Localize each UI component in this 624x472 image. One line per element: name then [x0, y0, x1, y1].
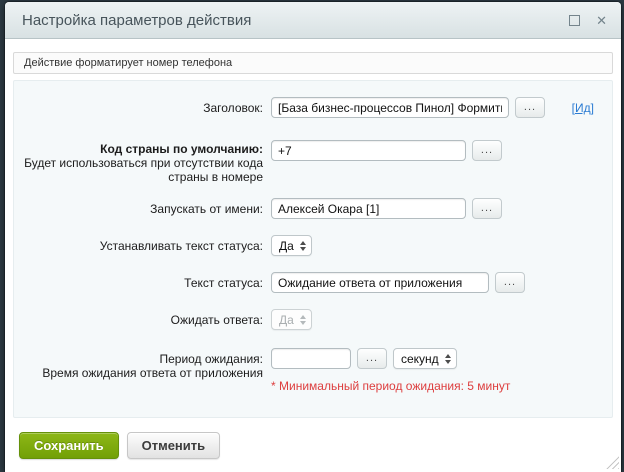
- desktop-background: { "dialog": { "title": "Настройка параме…: [0, 0, 624, 472]
- select-arrows-icon: [300, 241, 306, 251]
- wait-period-input[interactable]: [271, 348, 351, 369]
- cancel-button[interactable]: Отменить: [127, 432, 221, 459]
- close-icon[interactable]: ✕: [596, 14, 607, 27]
- country-code-label-hint: Будет использоваться при отсутствии кода…: [20, 156, 263, 184]
- form-row-wait-response: Ожидать ответа: Да: [20, 309, 612, 330]
- set-status-text-label: Устанавливать текст статуса:: [20, 235, 263, 253]
- wait-period-unit-select[interactable]: секунд: [393, 348, 457, 369]
- dialog-title: Настройка параметров действия: [22, 12, 569, 29]
- form-row-run-as: Запускать от имени: ...: [20, 198, 612, 219]
- dialog-titlebar[interactable]: Настройка параметров действия ✕: [5, 2, 621, 39]
- maximize-icon[interactable]: [569, 15, 580, 26]
- dialog-footer: Сохранить Отменить: [5, 420, 621, 472]
- run-as-more-button[interactable]: ...: [472, 198, 502, 219]
- action-settings-dialog: Настройка параметров действия ✕ Действие…: [5, 2, 621, 472]
- status-text-input[interactable]: [271, 272, 489, 293]
- title-label: Заголовок:: [20, 97, 263, 115]
- wait-response-select: Да: [271, 309, 312, 330]
- form-row-status-text: Текст статуса: ...: [20, 272, 612, 293]
- run-as-label: Запускать от имени:: [20, 198, 263, 216]
- save-button[interactable]: Сохранить: [19, 432, 119, 459]
- wait-period-label-title: Период ожидания:: [20, 352, 263, 366]
- wait-period-label: Период ожидания: Время ожидания ответа о…: [20, 348, 263, 380]
- run-as-input[interactable]: [271, 198, 466, 219]
- select-arrows-icon: [300, 315, 306, 325]
- set-status-text-select[interactable]: Да: [271, 235, 312, 256]
- form-row-wait-period: Период ожидания: Время ожидания ответа о…: [20, 348, 612, 393]
- country-code-input[interactable]: [271, 140, 466, 161]
- title-more-button[interactable]: ...: [515, 97, 545, 118]
- status-text-more-button[interactable]: ...: [495, 272, 525, 293]
- wait-period-unit-value: секунд: [401, 352, 439, 366]
- wait-period-label-hint: Время ожидания ответа от приложения: [20, 366, 263, 380]
- country-code-label: Код страны по умолчанию: Будет использов…: [20, 138, 263, 184]
- status-text-label: Текст статуса:: [20, 272, 263, 290]
- form-row-title: Заголовок: ... [Ид]: [20, 97, 612, 118]
- action-description: Действие форматирует номер телефона: [13, 52, 613, 74]
- window-controls: ✕: [569, 14, 607, 27]
- wait-response-select-value: Да: [279, 313, 294, 327]
- id-link[interactable]: [Ид]: [572, 97, 594, 115]
- wait-period-more-button[interactable]: ...: [357, 348, 387, 369]
- form-panel: Заголовок: ... [Ид] Код страны по умолча…: [13, 80, 613, 418]
- country-code-label-title: Код страны по умолчанию:: [20, 142, 263, 156]
- country-code-more-button[interactable]: ...: [472, 140, 502, 161]
- min-period-warning: * Минимальный период ожидания: 5 минут: [271, 379, 510, 393]
- wait-response-label: Ожидать ответа:: [20, 309, 263, 327]
- form-row-country-code: Код страны по умолчанию: Будет использов…: [20, 138, 612, 184]
- title-input[interactable]: [271, 97, 509, 118]
- id-link-text: Ид: [575, 101, 591, 115]
- set-status-text-select-value: Да: [279, 239, 294, 253]
- select-arrows-icon: [445, 354, 451, 364]
- dialog-content: Действие форматирует номер телефона Заго…: [5, 39, 621, 420]
- id-link-bracket-close: ]: [591, 101, 594, 115]
- form-row-set-status-text: Устанавливать текст статуса: Да: [20, 235, 612, 256]
